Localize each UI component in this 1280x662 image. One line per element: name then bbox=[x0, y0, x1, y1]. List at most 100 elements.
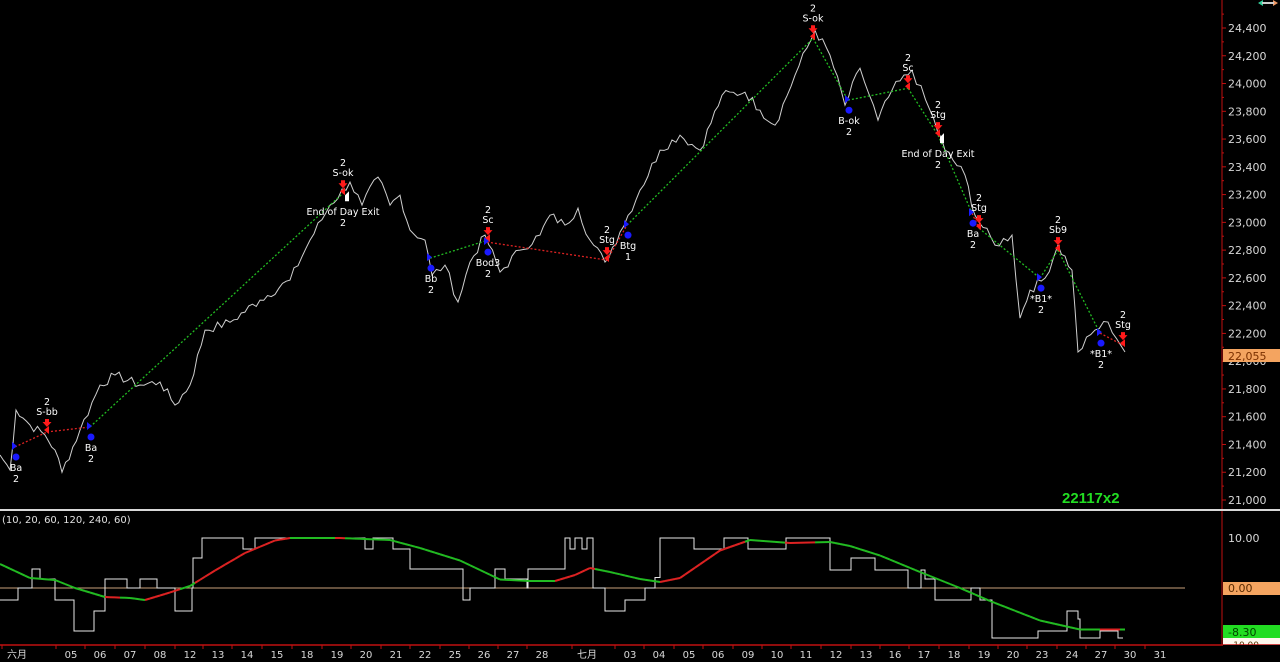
moving-average-segment bbox=[144, 597, 151, 601]
moving-average-segment bbox=[199, 575, 206, 581]
moving-average-segment bbox=[1024, 613, 1031, 618]
time-tick-label: 20 bbox=[1007, 650, 1020, 661]
exit-qty: 2 bbox=[935, 160, 941, 171]
time-tick-label: 11 bbox=[800, 650, 813, 661]
price-line bbox=[0, 28, 1126, 474]
moving-average-segment bbox=[1069, 626, 1076, 630]
moving-average-segment bbox=[559, 577, 566, 581]
trade-line-win bbox=[626, 37, 814, 226]
moving-average-segment bbox=[929, 575, 936, 579]
exit-flag-icon bbox=[940, 133, 944, 144]
moving-average-segment bbox=[949, 583, 956, 587]
moving-average-segment bbox=[689, 566, 696, 572]
moving-average-segment bbox=[624, 574, 631, 578]
moving-average-segment bbox=[704, 556, 711, 562]
signal-qty: 2 bbox=[1120, 310, 1126, 321]
signal-label: B-ok bbox=[838, 116, 860, 127]
sell-entry-marker bbox=[905, 82, 910, 91]
trade-line-win bbox=[937, 134, 973, 214]
moving-average-segment bbox=[709, 553, 716, 559]
buy-entry-marker bbox=[624, 220, 629, 229]
moving-average-segment bbox=[0, 563, 6, 568]
moving-average-segment bbox=[1009, 607, 1016, 612]
trade-line-win bbox=[812, 37, 849, 101]
moving-average-segment bbox=[739, 540, 746, 545]
moving-average-segment bbox=[569, 574, 576, 578]
trade-line-win bbox=[89, 192, 344, 428]
time-tick-label: 16 bbox=[889, 650, 902, 661]
signal-sell: Sc2 bbox=[902, 53, 914, 91]
time-tick-label: 15 bbox=[271, 650, 284, 661]
moving-average-segment bbox=[884, 556, 891, 561]
moving-average-segment bbox=[4, 565, 11, 570]
moving-average-segment bbox=[1004, 605, 1011, 610]
time-tick-label: 七月 bbox=[577, 649, 597, 661]
trading-chart[interactable]: 21,00021,20021,40021,60021,80022,00022,2… bbox=[0, 0, 1280, 662]
moving-average-segment bbox=[1044, 620, 1051, 624]
moving-average-segment bbox=[869, 551, 876, 555]
moving-average-segment bbox=[564, 575, 571, 579]
signal-label: Bb bbox=[425, 274, 438, 285]
moving-average-segment bbox=[1054, 622, 1061, 626]
buy-dot-icon bbox=[845, 106, 853, 114]
moving-average-segment bbox=[464, 561, 471, 567]
osc-last-value: -8.30 bbox=[1228, 626, 1256, 639]
signal-label: Stg bbox=[971, 203, 987, 214]
moving-average-segment bbox=[479, 569, 486, 574]
moving-average-segment bbox=[829, 541, 836, 544]
buy-entry-marker bbox=[1097, 328, 1102, 337]
time-tick-label: 18 bbox=[301, 650, 314, 661]
price-tick-label: 22,600 bbox=[1228, 272, 1267, 285]
time-tick-label: 22 bbox=[419, 650, 432, 661]
signal-label: Bod3 bbox=[476, 258, 500, 269]
moving-average-segment bbox=[489, 573, 496, 579]
moving-average-segment bbox=[589, 567, 596, 570]
signal-buy: *B1*2 bbox=[1030, 273, 1052, 316]
moving-average-segment bbox=[579, 569, 586, 574]
moving-average-segment bbox=[744, 539, 751, 543]
moving-average-segment bbox=[259, 543, 266, 548]
moving-average-segment bbox=[484, 571, 491, 576]
moving-average-segment bbox=[219, 563, 226, 569]
signal-qty: 2 bbox=[905, 53, 911, 64]
moving-average-segment bbox=[899, 562, 906, 567]
moving-average-segment bbox=[644, 578, 651, 582]
moving-average-segment bbox=[459, 559, 466, 564]
moving-average-segment bbox=[619, 573, 626, 577]
moving-average-segment bbox=[649, 579, 656, 583]
price-tick-label: 23,400 bbox=[1228, 161, 1267, 174]
signal-qty: 2 bbox=[935, 100, 941, 111]
price-tick-label: 21,600 bbox=[1228, 411, 1267, 424]
price-tick-label: 22,800 bbox=[1228, 244, 1267, 257]
moving-average-segment bbox=[224, 560, 231, 566]
moving-average-segment bbox=[1049, 621, 1056, 625]
time-axis: 六月 05 06 07 08 12 13 14 15 18 19 20 21 22 25 26 27 28 七月 03… bbox=[0, 644, 1280, 662]
moving-average-segment bbox=[904, 564, 911, 569]
price-tick-label: 24,200 bbox=[1228, 50, 1267, 63]
signal-label: S-ok bbox=[803, 13, 824, 24]
signal-qty: 2 bbox=[13, 474, 19, 485]
last-price-value: 22,055 bbox=[1228, 350, 1267, 363]
moving-average-segment bbox=[139, 598, 146, 601]
signal-buy: Ba2 bbox=[10, 441, 22, 485]
signal-label: Stg bbox=[930, 110, 946, 121]
moving-average-segment bbox=[984, 597, 991, 602]
price-tick-label: 21,000 bbox=[1228, 494, 1267, 507]
moving-average-segment bbox=[164, 591, 171, 595]
moving-average-segment bbox=[554, 578, 561, 582]
arrows-icon[interactable] bbox=[1258, 0, 1278, 6]
price-tick-label: 21,400 bbox=[1228, 438, 1267, 451]
moving-average-segment bbox=[264, 541, 271, 546]
time-tick-label: 13 bbox=[212, 650, 225, 661]
moving-average-segment bbox=[874, 552, 881, 557]
time-tick-label: 27 bbox=[507, 650, 520, 661]
price-axis: 21,00021,20021,40021,60021,80022,00022,2… bbox=[1221, 0, 1267, 645]
buy-dot-icon bbox=[624, 231, 632, 239]
moving-average-segment bbox=[1074, 627, 1081, 631]
moving-average-segment bbox=[684, 570, 691, 576]
price-tick-label: 23,000 bbox=[1228, 216, 1267, 229]
trade-line-loss bbox=[14, 431, 48, 448]
price-tick-label: 23,200 bbox=[1228, 189, 1267, 202]
signal-qty: 2 bbox=[340, 158, 346, 169]
sell-entry-marker bbox=[810, 32, 815, 41]
